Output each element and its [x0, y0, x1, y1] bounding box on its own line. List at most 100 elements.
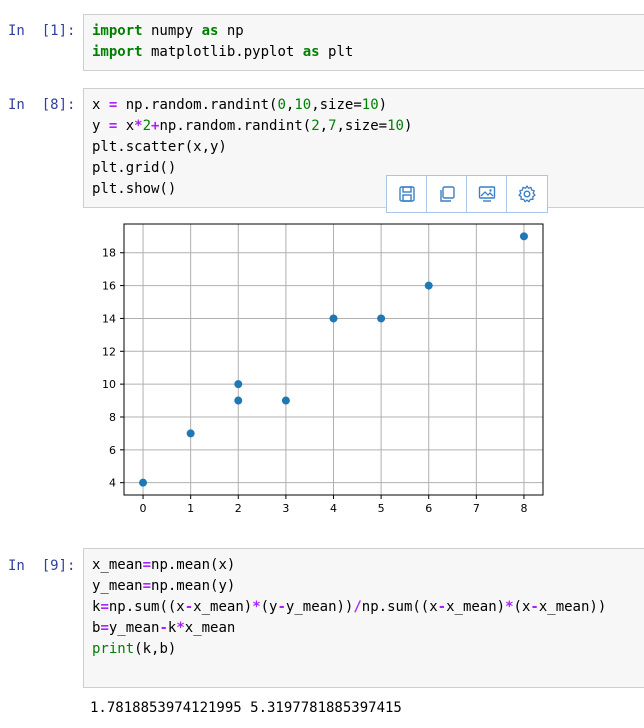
code-token: np.mean(x) — [151, 557, 236, 573]
code-token: (k,b) — [134, 641, 177, 657]
cell-3-prompt: In [9]: — [8, 558, 76, 574]
code-token: np.mean(y) — [151, 578, 236, 594]
code-token: * — [505, 599, 514, 615]
cell-3-code[interactable]: x_mean=np.mean(x) y_mean=np.mean(y) k=np.s… — [92, 555, 606, 660]
cell-2-code[interactable]: x = np.random.randint(0,10,size=10) y = x… — [92, 95, 412, 200]
figure-settings-button[interactable] — [507, 176, 547, 212]
code-line: y_mean=np.mean(y) — [92, 576, 606, 597]
code-token: * — [252, 599, 261, 615]
data-point — [186, 429, 195, 438]
x-tick-label: 2 — [235, 502, 242, 515]
cell-2-input[interactable]: x = np.random.randint(0,10,size=10) y = x… — [83, 88, 644, 208]
plot-toolbar — [386, 175, 548, 213]
y-tick-label: 8 — [109, 411, 116, 424]
code-token: matplotlib.pyplot — [142, 44, 303, 60]
data-point — [377, 314, 386, 323]
x-tick-label: 1 — [187, 502, 194, 515]
code-token: = — [100, 620, 109, 636]
code-line: import numpy as np — [92, 21, 353, 42]
code-token: print — [92, 641, 135, 657]
code-token: = — [142, 578, 152, 594]
code-token: - — [184, 599, 194, 615]
code-token: y_mean — [92, 578, 143, 594]
code-token: ,size= — [311, 97, 362, 113]
code-token: x_mean — [184, 620, 236, 636]
code-line: k=np.sum((x-x_mean)*(y-y_mean))/np.sum((… — [92, 597, 606, 618]
code-token: x_mean)) — [538, 599, 607, 615]
code-token: ,size= — [336, 118, 388, 134]
x-tick-label: 4 — [330, 502, 337, 515]
y-tick-label: 6 — [109, 444, 116, 457]
code-token: ) — [403, 118, 413, 134]
data-point — [424, 281, 433, 290]
open-image-button[interactable] — [467, 176, 507, 212]
settings-icon — [518, 185, 536, 203]
scatter-plot: 0 1 2 3 4 5 6 7 84681012141618 — [102, 223, 544, 515]
data-point — [139, 478, 148, 487]
code-token: as — [201, 23, 219, 39]
code-token: 10 — [294, 97, 312, 113]
y-tick-label: 12 — [102, 345, 116, 358]
code-token: (x — [513, 599, 531, 615]
code-token: = — [100, 599, 109, 615]
code-line: plt.show() — [92, 179, 412, 200]
code-token: import — [92, 44, 143, 60]
y-tick-label: 4 — [109, 477, 116, 490]
y-tick-label: 14 — [102, 312, 116, 325]
code-line: x_mean=np.mean(x) — [92, 555, 606, 576]
code-line: y = x*2+np.random.randint(2,7,size=10) — [92, 116, 412, 137]
data-point — [329, 314, 338, 323]
cell-2-prompt: In [8]: — [8, 97, 76, 113]
y-tick-label: 16 — [102, 280, 116, 293]
cell-3-output: 1.7818853974121995 5.3197781885397415 — [90, 700, 402, 716]
code-token: np.sum((x — [108, 599, 185, 615]
code-token: x — [117, 118, 135, 134]
cell-1-input[interactable]: import numpy as np import matplotlib.pypl… — [83, 14, 644, 71]
code-token: import — [92, 23, 143, 39]
code-token: - — [530, 599, 539, 615]
code-token: * — [176, 620, 185, 636]
data-point — [519, 232, 528, 241]
code-token: numpy — [142, 23, 202, 39]
code-token: 2 — [311, 118, 320, 134]
data-point — [281, 396, 290, 405]
code-token: 0 — [277, 97, 286, 113]
code-token: np.random.randint( — [159, 118, 312, 134]
image-icon — [478, 186, 495, 202]
code-token: - — [277, 599, 286, 615]
code-token: 2 — [142, 118, 152, 134]
copy-icon — [439, 186, 455, 202]
code-line: plt.scatter(x,y) — [92, 137, 412, 158]
x-tick-label: 0 — [140, 502, 147, 515]
code-token: np — [218, 23, 244, 39]
copy-figure-button[interactable] — [427, 176, 467, 212]
code-token: plt — [319, 44, 354, 60]
x-tick-label: 8 — [520, 502, 527, 515]
code-token: x_mean) — [193, 599, 253, 615]
code-token: = — [142, 557, 152, 573]
code-token: plt.scatter(x,y) — [92, 139, 227, 155]
save-figure-button[interactable] — [387, 176, 427, 212]
code-token: 10 — [387, 118, 404, 134]
save-icon — [398, 186, 415, 202]
data-point — [234, 396, 243, 405]
code-token: x — [92, 97, 109, 113]
code-token: ) — [378, 97, 388, 113]
code-token: as — [302, 44, 320, 60]
x-tick-label: 7 — [473, 502, 480, 515]
y-tick-label: 10 — [102, 378, 116, 391]
cell-1-prompt: In [1]: — [8, 23, 76, 39]
code-token: np.sum((x — [361, 599, 438, 615]
cell-1-code[interactable]: import numpy as np import matplotlib.pypl… — [92, 21, 353, 63]
code-token: y — [92, 118, 109, 134]
code-token: y_mean — [108, 620, 160, 636]
code-token: , — [319, 118, 329, 134]
x-tick-label: 3 — [282, 502, 289, 515]
code-token: - — [159, 620, 168, 636]
code-token: - — [437, 599, 447, 615]
code-line: plt.grid() — [92, 158, 412, 179]
x-tick-label: 5 — [378, 502, 385, 515]
cell-3-input[interactable]: x_mean=np.mean(x) y_mean=np.mean(y) k=np.s… — [83, 548, 644, 688]
code-token: plt.show() — [92, 181, 177, 197]
code-line: print(k,b) — [92, 639, 606, 660]
